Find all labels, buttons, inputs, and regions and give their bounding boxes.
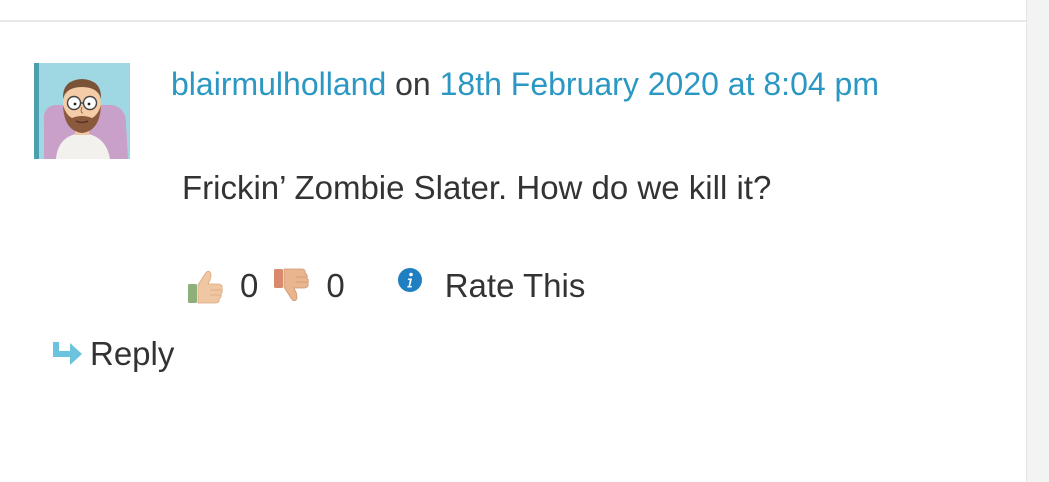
avatar[interactable] (34, 63, 130, 159)
comment-meta: blairmulholland on 18th February 2020 at… (171, 64, 879, 104)
rating-bar: 0 0 Rate This (186, 262, 585, 310)
avatar-image (34, 63, 130, 159)
divider (0, 20, 1026, 22)
comment-body: Frickin’ Zombie Slater. How do we kill i… (182, 169, 772, 206)
thumbs-up-icon[interactable] (186, 266, 226, 306)
reply-arrow-icon (50, 340, 84, 368)
thumbs-down-icon[interactable] (272, 266, 312, 306)
reply-label: Reply (90, 335, 175, 372)
like-count: 0 (240, 267, 259, 304)
reply-button[interactable]: Reply (50, 332, 174, 376)
rate-this-link[interactable]: Rate This (445, 267, 586, 305)
author-link[interactable]: blairmulholland (171, 66, 386, 102)
comment-permalink[interactable]: 18th February 2020 at 8:04 pm (440, 66, 879, 102)
dislike-count: 0 (326, 267, 345, 304)
on-label: on (395, 66, 431, 102)
comment-page: blairmulholland on 18th February 2020 at… (0, 0, 1049, 482)
scrollbar[interactable] (1026, 0, 1049, 482)
info-icon[interactable] (397, 267, 423, 293)
